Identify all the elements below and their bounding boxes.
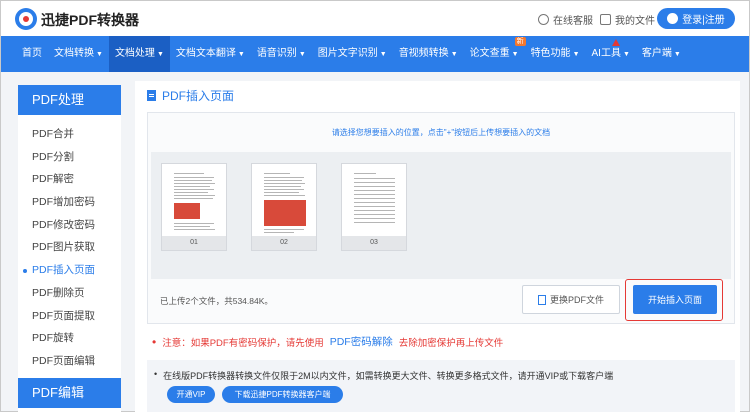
nav-client[interactable]: 客户端 ▼ [636,36,687,72]
customer-service-label: 在线客服 [553,16,593,27]
notice-prefix: 注意：如果PDF有密码保护，请先使用 [162,337,324,349]
page-thumbnails-area [151,152,731,279]
nav-image-ocr[interactable]: 图片文字识别 ▼ [312,36,393,72]
promo-text: • 在线版PDF转换器转换文件仅限于2M以内文件，如需转换更大文件、转换更多格式… [154,369,613,382]
caret-down-icon: ▼ [237,51,245,58]
nav-speech-recognition[interactable]: 语音识别 ▼ [251,36,312,72]
notice-bullet: • [152,334,157,349]
folder-icon [600,14,611,25]
sidebar-list: PDF合并 PDF分割 PDF解密 PDF增加密码 PDF修改密码 PDF图片获… [18,123,121,373]
caret-down-icon: ▼ [622,51,630,58]
sidebar-item-pdf-page-extract[interactable]: PDF页面提取 [18,305,121,328]
nav-plagiarism-check[interactable]: 论文查重 ▼ 新 [464,36,526,72]
instruction-text: 请选择您想要插入的位置，点击"+"按钮后上传想要插入的文档 [331,128,551,137]
headset-icon [538,14,549,25]
caret-down-icon: ▼ [298,51,306,58]
caret-down-icon: ▼ [572,51,580,58]
login-label: 登录|注册 [682,15,725,26]
page-title-label: PDF插入页面 [162,89,235,103]
my-files-link[interactable]: 我的文件 [600,12,655,27]
main-nav: 首页 文档转换 ▼ 文档处理 ▼ 文档文本翻译 ▼ 语音识别 ▼ 图片文字识别 ▼ 音视频… [1,36,749,72]
caret-down-icon: ▼ [450,51,458,58]
page-thumbnail-02[interactable]: 02 [251,163,317,251]
nav-doc-convert[interactable]: 文档转换 ▼ [48,36,109,72]
caret-down-icon: ▼ [96,51,103,58]
sidebar-item-pdf-change-password[interactable]: PDF修改密码 [18,214,121,237]
start-insert-button[interactable]: 开始插入页面 [633,285,717,314]
nav-av-convert[interactable]: 音视频转换 ▼ [393,36,464,72]
page-number: 01 [162,236,226,250]
sidebar-item-pdf-rotate[interactable]: PDF旋转 [18,327,121,350]
nav-features[interactable]: 特色功能 ▼ [525,36,586,72]
customer-service-link[interactable]: 在线客服 [538,12,593,27]
pdf-password-remove-link[interactable]: PDF密码解除 [330,334,393,349]
sidebar-item-pdf-merge[interactable]: PDF合并 [18,123,121,146]
sidebar-item-pdf-page-edit[interactable]: PDF页面编辑 [18,350,121,373]
caret-down-icon: ▼ [673,51,681,58]
page-preview [261,168,309,237]
sidebar-item-pdf-delete-page[interactable]: PDF删除页 [18,282,121,305]
sidebar-item-pdf-insert-page[interactable]: PDF插入页面 [18,259,121,282]
app-logo[interactable] [15,8,37,30]
page-thumbnail-03[interactable]: 03 [341,163,407,251]
sidebar-section-pdf-process[interactable]: PDF处理 [18,85,121,115]
replace-pdf-button[interactable]: 更换PDF文件 [522,285,620,314]
sidebar-item-pdf-decrypt[interactable]: PDF解密 [18,168,121,191]
caret-down-icon: ▼ [511,51,519,58]
page-thumbnail-01[interactable]: 01 [161,163,227,251]
nav-home[interactable]: 首页 [16,36,48,72]
sidebar-item-pdf-split[interactable]: PDF分割 [18,146,121,169]
caret-down-icon: ▼ [379,51,387,58]
sidebar-item-pdf-add-password[interactable]: PDF增加密码 [18,191,121,214]
sidebar-section-pdf-edit[interactable]: PDF编辑 [18,378,121,408]
document-icon [147,90,156,101]
replace-pdf-label: 更换PDF文件 [549,295,604,305]
my-files-label: 我的文件 [615,16,655,27]
sidebar: PDF处理 PDF合并 PDF分割 PDF解密 PDF增加密码 PDF修改密码 … [18,85,121,412]
password-notice: • 注意：如果PDF有密码保护，请先使用 PDF密码解除 去除加密保护再上传文件 [152,334,503,349]
file-icon [537,294,546,305]
login-register-button[interactable]: 登录|注册 [657,8,735,29]
nav-doc-process[interactable]: 文档处理 ▼ [108,36,170,72]
download-client-button[interactable]: 下载迅捷PDF转换器客户端 [222,386,343,403]
page-number: 02 [252,236,316,250]
promo-bullet: • [154,369,158,379]
caret-down-icon: ▼ [156,51,164,58]
open-vip-button[interactable]: 开通VIP [167,386,215,403]
hot-marker-icon [611,39,620,46]
promo-message: 在线版PDF转换器转换文件仅限于2M以内文件，如需转换更大文件、转换更多格式文件… [163,371,614,381]
file-info-text: 已上传2个文件，共534.84K。 [160,296,273,306]
nav-ai-tools[interactable]: AI工具 ▼ [586,36,636,72]
notice-suffix: 去除加密保护再上传文件 [398,337,504,349]
page-preview [171,168,219,237]
page-number: 03 [342,236,406,250]
page-preview [351,168,399,237]
page-title: PDF插入页面 [147,87,234,104]
user-icon [667,13,679,24]
top-header: 迅捷PDF转换器 在线客服 我的文件 登录|注册 [1,1,749,36]
nav-doc-translate[interactable]: 文档文本翻译 ▼ [170,36,251,72]
brand-name[interactable]: 迅捷PDF转换器 [41,10,139,30]
sidebar-item-pdf-image-extract[interactable]: PDF图片获取 [18,236,121,259]
